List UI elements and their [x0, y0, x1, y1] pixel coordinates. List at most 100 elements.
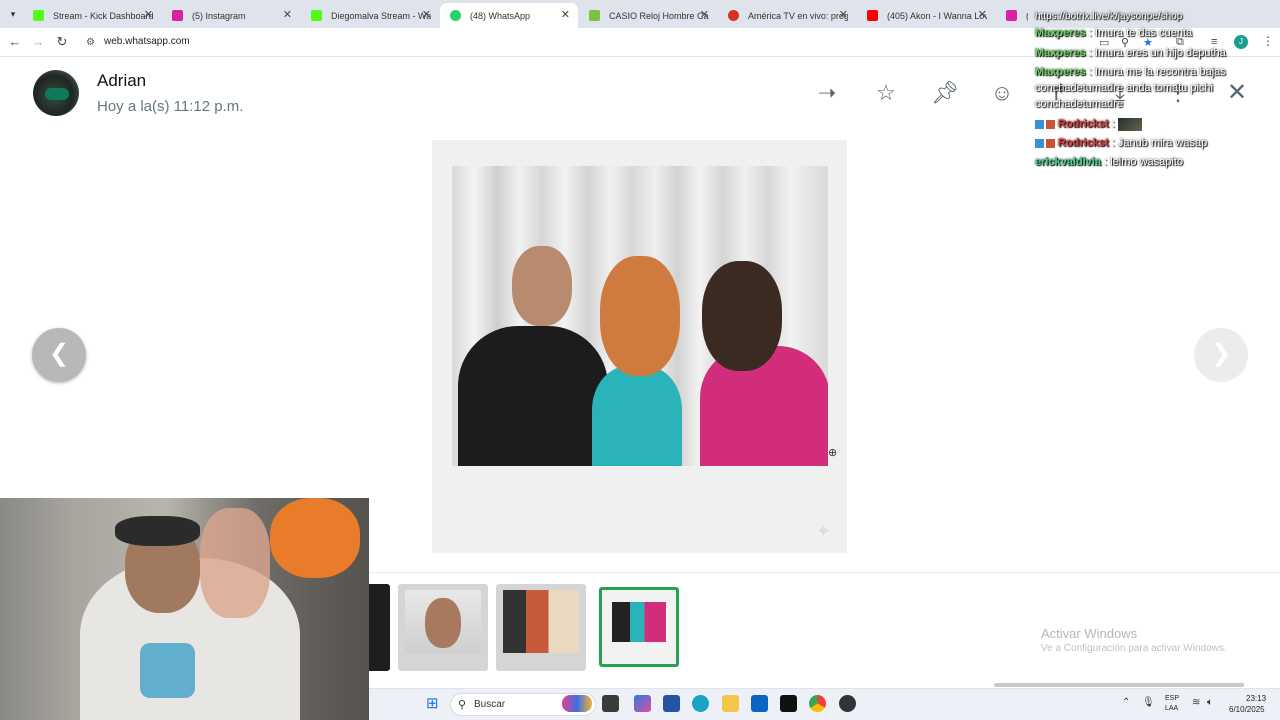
moderator-badge-icon: [1035, 138, 1044, 148]
casio-favicon-icon: [589, 10, 600, 21]
close-tab-icon[interactable]: ✕: [144, 8, 153, 21]
message-timestamp: Hoy a la(s) 11:12 p.m.: [97, 98, 244, 115]
chat-message: Rodrickst : Janub mira wasap: [1035, 134, 1207, 153]
shirt-logo: [140, 643, 195, 698]
emoji-icon[interactable]: ☺: [989, 80, 1015, 106]
close-icon[interactable]: ✕: [1225, 80, 1249, 106]
close-tab-icon[interactable]: ✕: [561, 8, 570, 21]
webcam-overlay: [0, 498, 369, 720]
chrome-icon[interactable]: [809, 695, 826, 712]
copilot-icon[interactable]: [634, 695, 651, 712]
chat-message: Rodrickst :: [1035, 115, 1142, 134]
chat-message: conchadetumadre: [1035, 98, 1124, 110]
search-icon: ⚲: [458, 699, 467, 711]
close-tab-icon[interactable]: ✕: [283, 8, 292, 21]
tab-whatsapp[interactable]: (48) WhatsApp ✕: [440, 3, 578, 28]
url-field[interactable]: web.whatsapp.com: [104, 36, 190, 47]
tab-diegomalva-stream[interactable]: Diegomalva Stream - Wat ✕: [301, 3, 439, 28]
chevron-left-icon: ❮: [48, 340, 70, 367]
person-center: [592, 366, 682, 466]
kick-favicon-icon: [311, 10, 322, 21]
activate-windows-title: Activar Windows: [1041, 626, 1138, 641]
media-image[interactable]: [452, 166, 828, 466]
browser-menu-icon[interactable]: ⋮: [1262, 34, 1274, 48]
user-badge-icon: [1046, 119, 1055, 129]
forward-arrow-icon[interactable]: →: [29, 33, 47, 51]
tab-title: CASIO Reloj Hombre Casi: [609, 10, 709, 21]
youtube-favicon-icon: [867, 10, 878, 21]
file-explorer-icon[interactable]: [722, 695, 739, 712]
hair-right: [702, 261, 782, 371]
tab-america-tv[interactable]: América TV en vivo: prog ✕: [718, 3, 856, 28]
outlook-icon[interactable]: [751, 695, 768, 712]
next-media-button[interactable]: ❯: [1194, 328, 1248, 382]
windows-start-icon[interactable]: ⊞: [426, 696, 441, 711]
previous-media-button[interactable]: ❮: [32, 328, 86, 382]
tab-youtube-akon[interactable]: (405) Akon - I Wanna Lov ✕: [857, 3, 995, 28]
media-thumbnail-selected[interactable]: [599, 587, 679, 667]
reload-icon[interactable]: ↻: [53, 33, 71, 51]
chat-message: erickvaldivia : lelmo wasapito: [1035, 156, 1183, 168]
close-tab-icon[interactable]: ✕: [700, 8, 709, 21]
close-tab-icon[interactable]: ✕: [978, 8, 987, 21]
close-tab-icon[interactable]: ✕: [839, 8, 848, 21]
volume-icon[interactable]: 🔈︎: [1207, 697, 1213, 708]
tab-title: Stream - Kick Dashboard: [53, 10, 153, 21]
plush-toy: [270, 498, 360, 578]
moderator-badge-icon: [1035, 119, 1044, 129]
show-hidden-icons-icon[interactable]: ⌃: [1122, 697, 1130, 708]
language-indicator[interactable]: ESP: [1165, 695, 1179, 702]
widgets-icon[interactable]: [562, 695, 592, 712]
tab-search-button[interactable]: ▾: [5, 6, 21, 22]
tiktok-icon[interactable]: [780, 695, 797, 712]
tab-kick-dashboard[interactable]: Stream - Kick Dashboard ✕: [23, 3, 161, 28]
chat-message: Maxperes : Imura te das cuenta: [1035, 27, 1193, 39]
user-badge-icon: [1046, 138, 1055, 148]
contact-avatar[interactable]: [33, 70, 79, 116]
back-arrow-icon[interactable]: ←: [6, 33, 24, 51]
tab-title: (5) In: [1026, 11, 1028, 21]
tab-instagram-2[interactable]: (5) In: [996, 3, 1036, 28]
chat-message: Maxperes : Imura eres un hijo deputha: [1035, 47, 1226, 59]
sparkle-icon: ✦: [816, 521, 832, 541]
activate-windows-subtitle: Ve a Configuración para activar Windows.: [1041, 643, 1227, 654]
microphone-icon[interactable]: 🎙︎: [1142, 697, 1155, 708]
clock-date[interactable]: 6/10/2025: [1229, 705, 1265, 714]
face-left: [512, 246, 572, 326]
close-tab-icon[interactable]: ✕: [422, 8, 431, 21]
streamer-cap: [115, 516, 200, 546]
tab-title: (5) Instagram: [192, 10, 246, 21]
edge-icon[interactable]: [692, 695, 709, 712]
store-icon[interactable]: [663, 695, 680, 712]
tab-title: (48) WhatsApp: [470, 10, 531, 21]
profile-avatar[interactable]: J: [1234, 35, 1248, 49]
whatsapp-favicon-icon: [450, 10, 461, 21]
kick-favicon-icon: [33, 10, 44, 21]
tab-title: (405) Akon - I Wanna Lov: [887, 10, 987, 21]
hair-center: [600, 256, 680, 376]
media-thumbnail[interactable]: [398, 584, 488, 671]
media-thumbnail[interactable]: [496, 584, 586, 671]
person-left: [458, 326, 608, 466]
emote-icon: [1117, 117, 1142, 131]
task-view-icon[interactable]: [602, 695, 619, 712]
tab-instagram[interactable]: (5) Instagram ✕: [162, 3, 300, 28]
tab-title: América TV en vivo: prog: [748, 10, 848, 21]
horizontal-scrollbar[interactable]: [994, 683, 1244, 687]
instagram-favicon-icon: [1006, 10, 1017, 21]
wifi-icon[interactable]: ≋: [1192, 697, 1200, 708]
search-input[interactable]: Buscar: [474, 699, 505, 710]
pin-icon[interactable]: 📌︎: [931, 80, 959, 106]
tab-casio[interactable]: CASIO Reloj Hombre Casi ✕: [579, 3, 717, 28]
keyboard-layout-indicator[interactable]: LAA: [1165, 705, 1178, 712]
tab-title: Diegomalva Stream - Wat: [331, 10, 431, 21]
contact-name: Adrian: [97, 71, 147, 90]
globe-favicon-icon: [728, 10, 739, 21]
star-icon[interactable]: ☆: [873, 80, 899, 106]
chevron-right-icon: ❯: [1210, 340, 1232, 367]
zoom-cursor-icon: ⊕: [828, 447, 838, 459]
forward-icon[interactable]: ➝: [814, 80, 840, 106]
obs-icon[interactable]: [839, 695, 856, 712]
clock-time[interactable]: 23:13: [1246, 694, 1266, 703]
site-info-icon[interactable]: ⚙: [86, 37, 95, 48]
